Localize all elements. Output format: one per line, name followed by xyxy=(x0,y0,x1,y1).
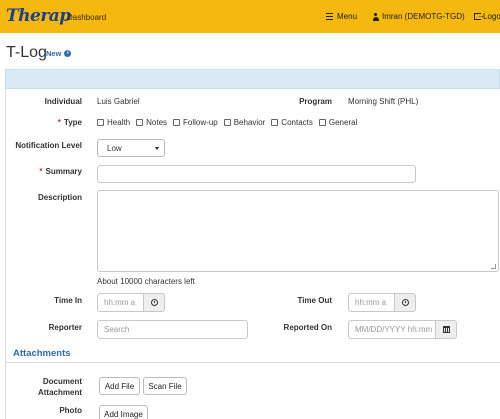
clock-icon xyxy=(401,299,409,306)
dashboard-link[interactable]: Dashboard xyxy=(67,13,106,22)
time-in-clock-button[interactable] xyxy=(143,293,165,312)
calendar-icon xyxy=(442,326,450,333)
logout-link[interactable]: Logo xyxy=(474,11,500,21)
type-option-contacts[interactable]: Contacts xyxy=(271,118,313,127)
menu-label: Menu xyxy=(337,12,358,21)
add-file-button[interactable]: Add File xyxy=(99,377,140,395)
individual-value: Luis Gabriel xyxy=(97,97,140,106)
checkbox[interactable] xyxy=(223,119,231,126)
type-label: * Type xyxy=(57,118,82,127)
clock-icon xyxy=(150,299,158,306)
reporter-search-input[interactable]: Search xyxy=(97,320,248,339)
scan-file-button[interactable]: Scan File xyxy=(143,377,187,395)
checkbox[interactable] xyxy=(318,119,326,126)
user-menu[interactable]: Imran (DEMOTG-TGD) xyxy=(372,12,465,21)
user-label: Imran (DEMOTG-TGD) xyxy=(382,12,465,21)
program-label: Program xyxy=(299,97,332,106)
photo-label: Photo xyxy=(59,406,82,415)
reporter-label: Reporter xyxy=(48,323,82,332)
hamburger-icon xyxy=(326,12,333,21)
attachments-section-title: Attachments xyxy=(13,348,71,359)
new-badge: New i xyxy=(46,49,72,58)
page-title: T-Log xyxy=(6,44,47,61)
required-marker: * xyxy=(57,118,61,127)
description-textarea[interactable] xyxy=(97,190,499,272)
caret-down-icon xyxy=(155,147,159,150)
reported-on-input[interactable]: MM/DD/YYYY hh:mm xyxy=(348,320,436,339)
user-icon xyxy=(372,12,379,21)
type-option-health[interactable]: Health xyxy=(97,118,130,127)
type-option-behavior[interactable]: Behavior xyxy=(223,118,265,127)
resize-handle-icon[interactable] xyxy=(491,264,496,269)
characters-left-hint: About 10000 characters left xyxy=(97,277,195,286)
type-option-follow-up[interactable]: Follow-up xyxy=(173,118,218,127)
checkbox[interactable] xyxy=(173,119,181,126)
program-value: Morning Shift (PHL) xyxy=(348,97,419,106)
add-image-button[interactable]: Add Image xyxy=(99,405,148,419)
time-in-label: Time In xyxy=(54,296,82,305)
individual-label: Individual xyxy=(44,97,82,106)
logout-label: Logo xyxy=(483,12,500,21)
reported-on-label: Reported On xyxy=(283,323,332,332)
therap-logo[interactable]: Therap xyxy=(6,6,71,26)
notification-level-label: Notification Level xyxy=(15,141,82,150)
checkbox[interactable] xyxy=(136,119,144,126)
type-option-notes[interactable]: Notes xyxy=(136,118,167,127)
checkbox[interactable] xyxy=(97,119,104,126)
checkbox[interactable] xyxy=(271,119,279,126)
menu-button[interactable]: Menu xyxy=(326,12,357,21)
logout-icon xyxy=(474,11,485,20)
info-icon[interactable]: i xyxy=(64,50,72,57)
new-label: New xyxy=(46,49,62,58)
panel-header xyxy=(5,69,500,89)
summary-label: * Summary xyxy=(39,167,82,176)
summary-input[interactable] xyxy=(97,165,416,183)
time-out-clock-button[interactable] xyxy=(394,293,416,312)
section-divider xyxy=(5,362,500,363)
notification-level-value: Low xyxy=(107,144,122,153)
time-out-input[interactable]: hh:mm a xyxy=(348,293,395,312)
type-option-general[interactable]: General xyxy=(318,118,357,127)
required-marker: * xyxy=(39,167,43,176)
description-label: Description xyxy=(37,193,82,202)
panel-left-border xyxy=(5,89,6,419)
document-attachment-label: Document Attachment xyxy=(37,377,82,397)
type-checkbox-group: Health Notes Follow-up Behavior Contacts… xyxy=(97,118,363,127)
time-out-label: Time Out xyxy=(297,296,332,305)
reported-on-calendar-button[interactable] xyxy=(435,320,457,339)
notification-level-select[interactable]: Low xyxy=(97,139,165,157)
time-in-input[interactable]: hh:mm a xyxy=(97,293,144,312)
top-navbar: Therap Dashboard Menu Imran (DEMOTG-TGD)… xyxy=(0,0,500,33)
